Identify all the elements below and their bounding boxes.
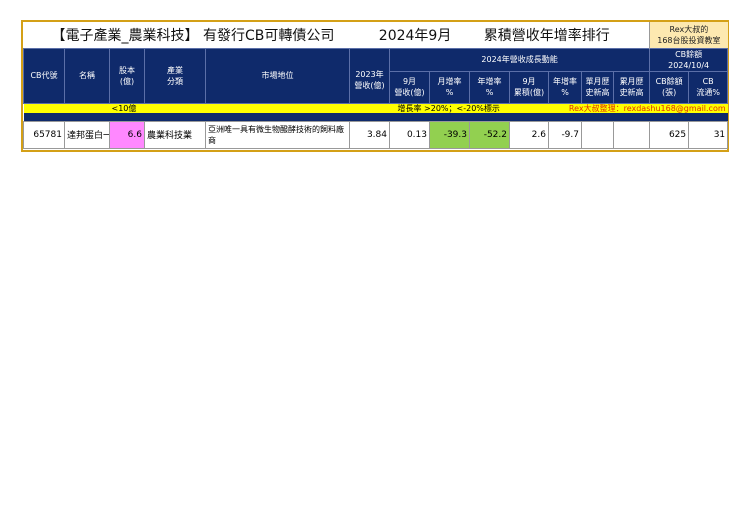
title-subject: 累積營收年增率排行	[483, 27, 610, 44]
cell-single-high	[581, 120, 614, 149]
header-cum-yoy: 年增率 %	[548, 70, 582, 104]
cell-name: 達邦蛋白一	[64, 120, 110, 149]
cell-capital: 6.6	[109, 120, 145, 149]
header-cb-group: CB餘額 2024/10/4	[649, 47, 729, 72]
header-sep-rev: 9月 營收(億)	[389, 70, 430, 104]
cell-cum-yoy: -9.7	[548, 120, 582, 149]
report-frame: 【電子產業_農業科技】 有發行CB可轉債公司 2024年9月 累積營收年增率排行…	[21, 20, 729, 152]
header-cum-high: 累月歷 史新高	[612, 70, 651, 104]
cell-cum: 2.6	[509, 120, 549, 149]
rex-line2: 168台股投資教室	[657, 35, 721, 45]
cell-sep-rev: 0.13	[389, 120, 430, 149]
cell-cb-float: 31	[688, 120, 729, 149]
cell-rev2023: 3.84	[349, 120, 390, 149]
cell-market: 亞洲唯一具有微生物醱酵技術的飼料廠商	[205, 120, 350, 149]
cb-revenue-table: 【電子產業_農業科技】 有發行CB可轉債公司 2024年9月 累積營收年增率排行…	[23, 22, 729, 149]
cell-mom: -39.3	[429, 120, 470, 149]
cell-yoy: -52.2	[469, 120, 510, 149]
report-title: 【電子產業_農業科技】 有發行CB可轉債公司 2024年9月 累積營收年增率排行	[24, 22, 650, 48]
header-cb-balance: CB餘額 (張)	[649, 70, 690, 104]
header-capital: 股本 (億)	[109, 47, 145, 104]
header-yoy: 年增率 %	[469, 70, 510, 104]
capital-bucket: <10億	[109, 103, 350, 113]
header-single-high: 單月歷 史新高	[581, 70, 614, 104]
header-industry: 產業 分類	[144, 47, 206, 104]
header-market: 市場地位	[205, 47, 350, 104]
rex-badge: Rex大叔的 168台股投資教室	[649, 22, 728, 48]
header-growth-group: 2024年營收成長動能	[388, 47, 651, 72]
legend-rule: 增長率 >20%；<-20%標示	[389, 103, 549, 113]
cell-code: 65781	[23, 120, 65, 149]
title-period: 2024年9月	[378, 27, 452, 44]
cell-cb-balance: 625	[649, 120, 690, 149]
header-cb-float: CB 流通%	[688, 70, 729, 104]
cell-cum-high	[612, 120, 651, 149]
legend-credit: Rex大叔整理：rexdashu168@gmail.com	[548, 103, 728, 113]
header-code: CB代號	[23, 47, 65, 104]
title-main: 【電子產業_農業科技】 有發行CB可轉債公司	[51, 27, 335, 44]
header-cum: 9月 累積(億)	[509, 70, 549, 104]
table-row: 65781 達邦蛋白一 6.6 農業科技業 亞洲唯一具有微生物醱酵技術的飼料廠商…	[23, 120, 729, 149]
cell-industry: 農業科技業	[144, 120, 206, 149]
header-rev2023: 2023年 營收(億)	[349, 47, 390, 104]
rex-line1: Rex大叔的	[669, 24, 709, 34]
header-mom: 月增率 %	[429, 70, 470, 104]
header-name: 名稱	[64, 47, 110, 104]
